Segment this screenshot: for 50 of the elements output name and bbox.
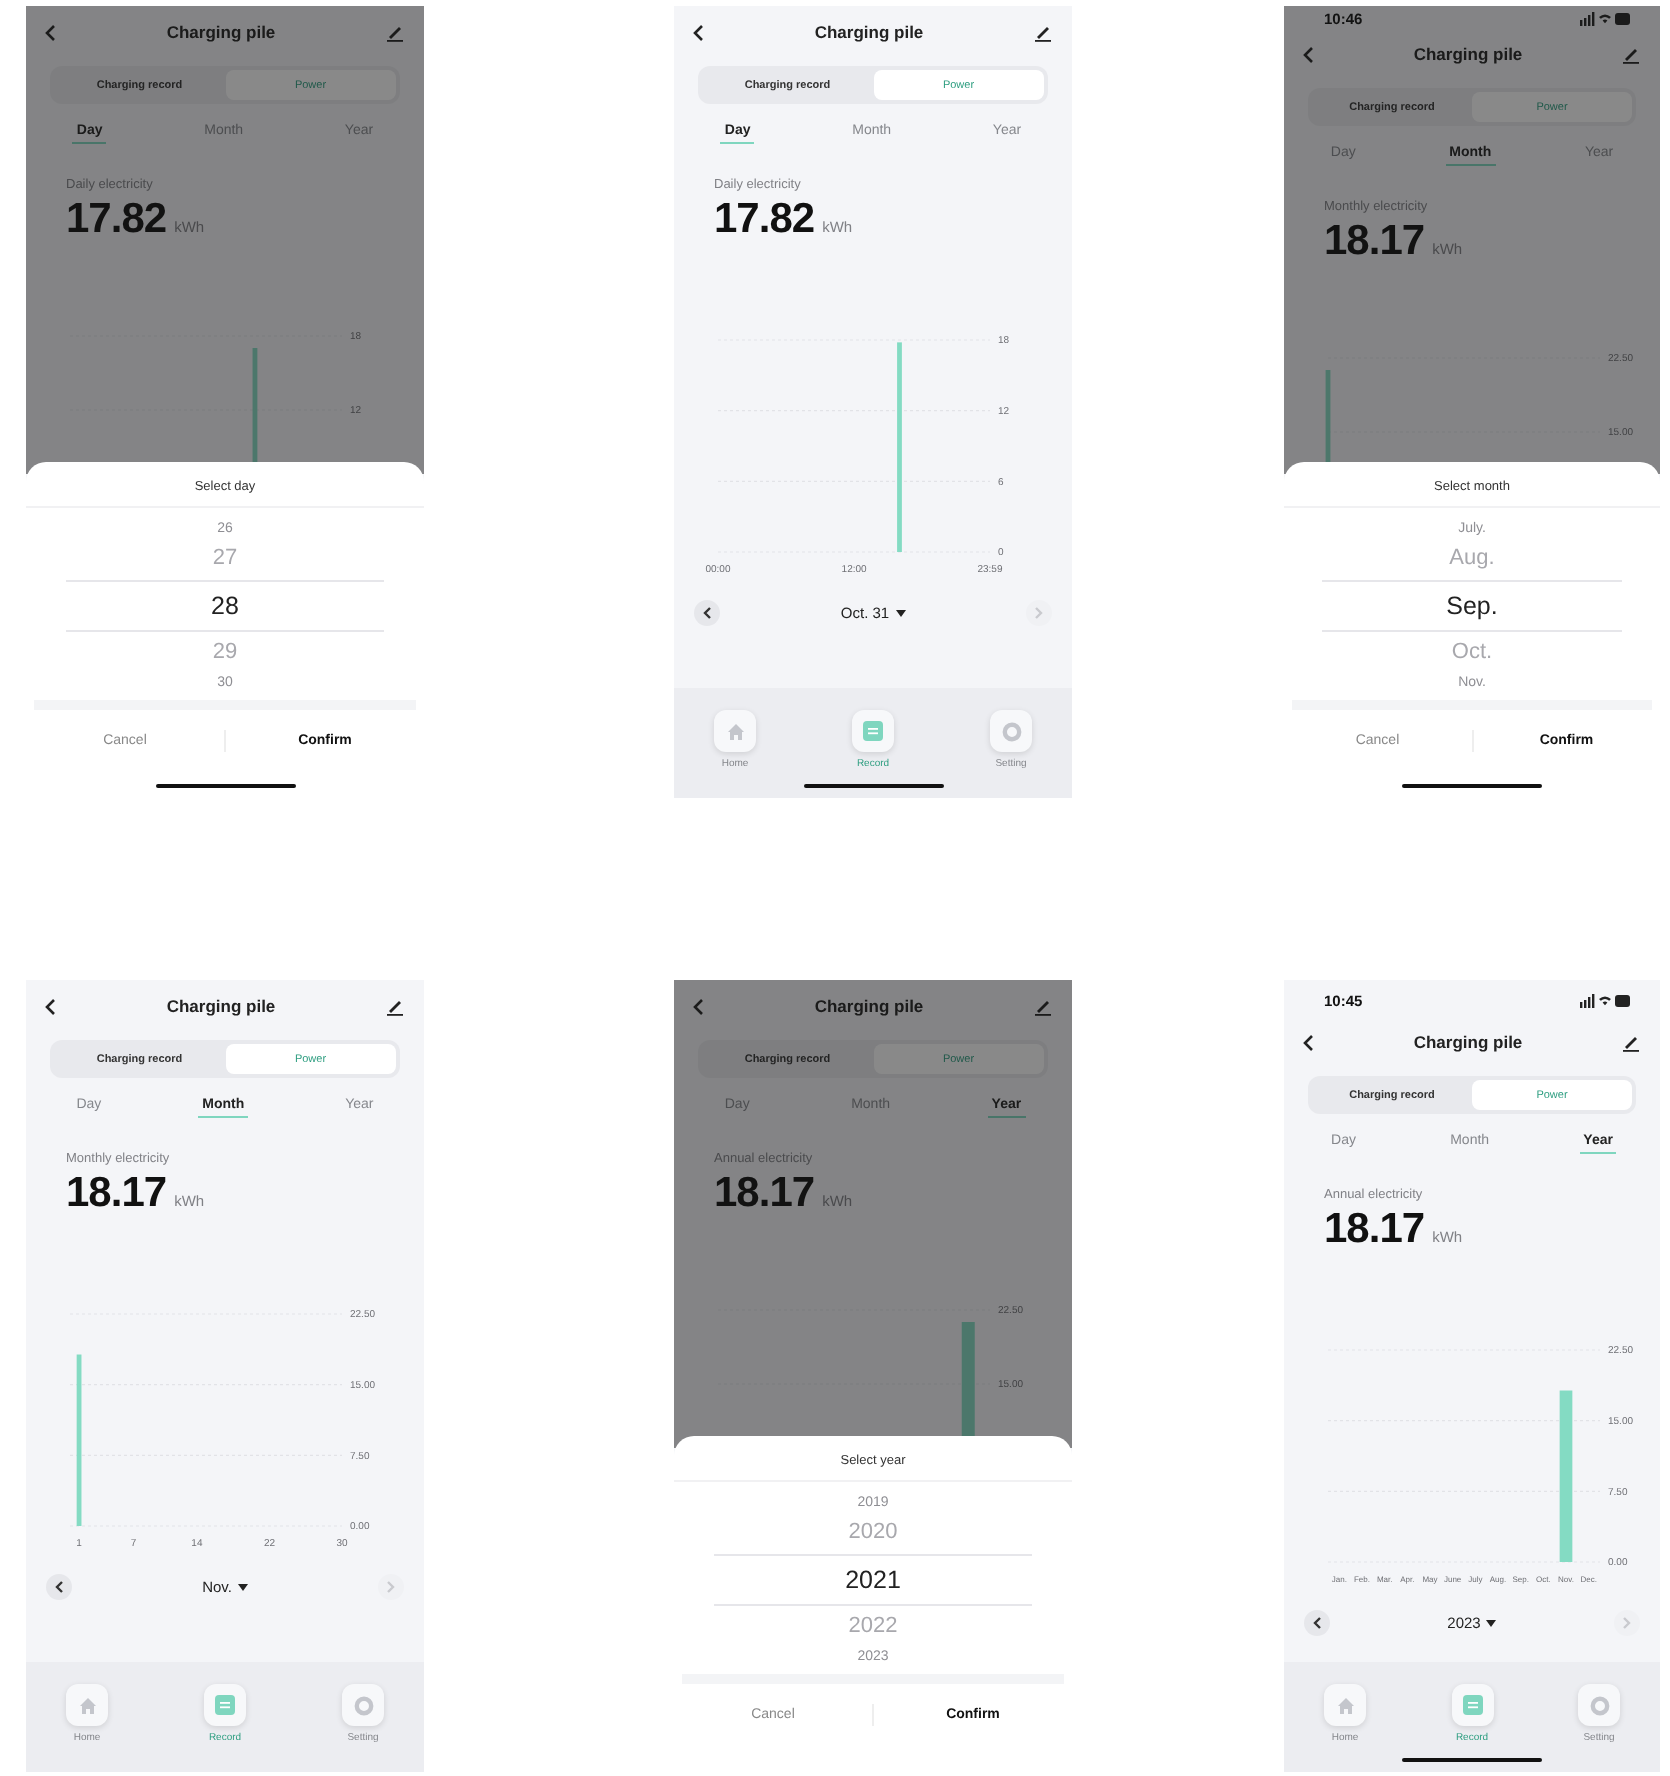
picker-option[interactable]: 2022: [848, 1606, 898, 1648]
metric-value: 17.82: [66, 196, 167, 244]
document-icon: [214, 1694, 236, 1716]
home-icon: [725, 721, 745, 741]
document-icon: [862, 720, 884, 742]
metric-value: 18.17: [1324, 218, 1425, 266]
back-icon[interactable]: [1302, 1033, 1314, 1051]
status-icons: [1580, 12, 1632, 26]
screen-title: Charging pile: [1413, 44, 1523, 64]
picker-option[interactable]: 2021: [713, 1554, 1033, 1606]
previous-button[interactable]: [1304, 1610, 1330, 1636]
edit-icon[interactable]: [1034, 23, 1052, 41]
metric-value: 18.17: [714, 1170, 815, 1218]
screen-title: Charging pile: [814, 22, 924, 42]
picker-option[interactable]: Aug.: [1449, 538, 1495, 580]
settings-icon: [353, 1695, 373, 1715]
screen-title: Charging pile: [1413, 1032, 1523, 1052]
screen-title: Charging pile: [166, 996, 276, 1016]
edit-icon[interactable]: [386, 997, 404, 1015]
previous-button[interactable]: [46, 1574, 72, 1600]
settings-icon: [1001, 721, 1021, 741]
picker-option[interactable]: 27: [212, 538, 238, 580]
picker-option[interactable]: Sep.: [1321, 580, 1623, 632]
chevron-right-icon: [1622, 1616, 1632, 1630]
picker-option[interactable]: 28: [65, 580, 385, 632]
metric-value: 17.82: [714, 196, 815, 244]
screen-title: Charging pile: [166, 22, 276, 42]
settings-icon: [1589, 1695, 1609, 1715]
chevron-left-icon: [1312, 1616, 1322, 1630]
chevron-right-icon: [1034, 606, 1044, 620]
chevron-left-icon: [702, 606, 712, 620]
caret-icon: [1486, 1619, 1497, 1627]
screen-title: Charging pile: [814, 996, 924, 1016]
document-icon: [1461, 1694, 1483, 1716]
chevron-left-icon: [54, 1580, 64, 1594]
metric-value: 18.17: [1324, 1206, 1425, 1254]
edit-icon[interactable]: [1622, 1033, 1640, 1051]
status-icons: [1580, 993, 1632, 1007]
back-icon[interactable]: [692, 23, 704, 41]
caret-icon: [895, 609, 906, 617]
back-icon[interactable]: [44, 997, 56, 1015]
picker-option[interactable]: Oct.: [1451, 632, 1493, 674]
home-icon: [77, 1695, 97, 1715]
previous-button[interactable]: [694, 600, 720, 626]
chevron-right-icon: [386, 1580, 396, 1594]
home-icon: [1335, 1695, 1355, 1715]
picker-option[interactable]: 29: [212, 632, 238, 674]
picker-option[interactable]: 2020: [848, 1512, 898, 1554]
metric-value: 18.17: [66, 1170, 167, 1218]
caret-icon: [237, 1583, 248, 1591]
